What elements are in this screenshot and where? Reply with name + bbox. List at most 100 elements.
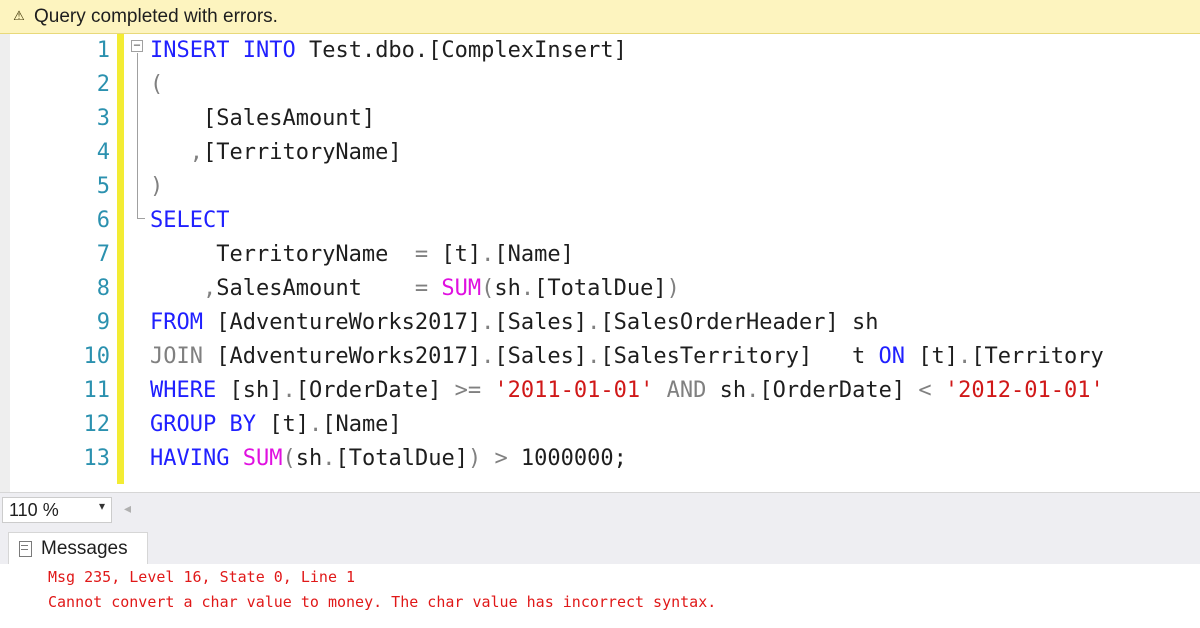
line-number-gutter: 1 2 3 4 5 6 7 8 9 10 11 12 13 <box>10 34 110 492</box>
sql-keyword: INSERT <box>150 38 230 63</box>
sql-identifier: [TotalDue] <box>534 276 667 301</box>
sql-keyword: ON <box>878 344 906 369</box>
sql-operator: . <box>481 242 495 267</box>
query-editor[interactable]: 1 2 3 4 5 6 7 8 9 10 11 12 13 − INSERT I… <box>0 34 1200 492</box>
sql-identifier <box>428 276 441 301</box>
sql-operator: , <box>150 276 217 301</box>
results-tab-strip: Messages <box>0 526 1200 564</box>
sql-operator: AND <box>666 378 707 403</box>
code-line[interactable]: ,[TerritoryName] <box>150 136 402 170</box>
sql-identifier: [sh] <box>216 378 283 403</box>
sql-identifier <box>481 446 494 471</box>
code-area[interactable]: INSERT INTO Test.dbo.[ComplexInsert] ( [… <box>150 34 1200 492</box>
scroll-left-arrow-icon[interactable]: ◂ <box>124 501 131 517</box>
sql-identifier: TerritoryName <box>150 242 415 267</box>
sql-operator: . <box>322 446 336 471</box>
sql-operator: . <box>520 276 535 301</box>
code-line[interactable]: INSERT INTO Test.dbo.[ComplexInsert] <box>150 34 627 68</box>
sql-keyword: HAVING <box>150 446 230 471</box>
sql-identifier <box>481 378 494 403</box>
sql-operator: , <box>150 140 203 165</box>
code-line[interactable]: ) <box>150 170 163 204</box>
sql-identifier: [OrderDate] <box>295 378 455 403</box>
sql-identifier: sh <box>706 378 747 403</box>
line-number: 6 <box>96 208 110 233</box>
tab-messages[interactable]: Messages <box>8 532 148 564</box>
status-text: Query completed with errors. <box>34 5 278 27</box>
sql-identifier: [t] <box>255 412 309 437</box>
warning-icon: ⚠ <box>13 9 25 24</box>
chevron-down-icon: ▾ <box>98 499 105 513</box>
editor-status-strip: 110 % ▾ ◂ <box>0 492 1200 526</box>
line-number: 3 <box>96 106 110 131</box>
code-line[interactable]: SELECT <box>150 204 229 238</box>
sql-identifier: [TerritoryName] <box>202 140 402 165</box>
messages-pane[interactable]: Msg 235, Level 16, State 0, Line 1 Canno… <box>0 564 1200 628</box>
error-message-line: Cannot convert a char value to money. Th… <box>48 593 717 611</box>
sql-operator: >= <box>454 378 482 403</box>
sql-operator: ( <box>282 446 296 471</box>
zoom-dropdown[interactable]: 110 % ▾ <box>2 497 112 523</box>
sql-operator: > <box>494 446 508 471</box>
zoom-value: 110 % <box>9 500 59 520</box>
sql-keyword: GROUP BY <box>150 412 256 437</box>
sql-operator: . <box>958 344 972 369</box>
sql-identifier <box>932 378 945 403</box>
sql-operator: ( <box>481 276 495 301</box>
sql-identifier: sh <box>494 276 521 301</box>
code-line[interactable]: [SalesAmount] <box>150 102 375 136</box>
change-tracking-margin <box>117 34 124 484</box>
line-number: 2 <box>96 72 110 97</box>
line-number: 5 <box>96 174 110 199</box>
sql-identifier: [SalesAmount] <box>150 106 376 131</box>
sql-identifier: [TotalDue] <box>335 446 468 471</box>
selection-margin <box>0 34 10 492</box>
sql-identifier: [SalesTerritory] t <box>600 344 879 369</box>
sql-operator: . <box>308 412 323 437</box>
sql-operator: < <box>918 378 932 403</box>
sql-keyword: SELECT <box>150 208 230 233</box>
sql-operator: . <box>481 310 495 335</box>
sql-operator: . <box>282 378 296 403</box>
line-number: 13 <box>83 446 111 471</box>
code-line[interactable]: ( <box>150 68 163 102</box>
sql-identifier: Test.dbo.[ComplexInsert] <box>295 38 627 63</box>
sql-operator: . <box>587 344 601 369</box>
sql-keyword: FROM <box>150 310 203 335</box>
sql-identifier: [t] <box>428 242 482 267</box>
sql-identifier: [Name] <box>494 242 574 267</box>
sql-identifier: [OrderDate] <box>759 378 919 403</box>
code-line[interactable]: TerritoryName = [t].[Name] <box>150 238 574 272</box>
sql-operator: . <box>746 378 760 403</box>
sql-identifier: [t] <box>905 344 958 369</box>
line-number: 12 <box>83 412 111 437</box>
sql-identifier: [AdventureWorks2017] <box>202 310 482 335</box>
sql-operator: JOIN <box>150 344 203 369</box>
sql-keyword: WHERE <box>150 378 217 403</box>
collapse-minus-icon[interactable]: − <box>131 39 143 52</box>
sql-identifier: [Territory <box>971 344 1104 369</box>
code-line[interactable]: GROUP BY [t].[Name] <box>150 408 402 442</box>
code-line[interactable]: ,SalesAmount = SUM(sh.[TotalDue]) <box>150 272 680 306</box>
line-number: 11 <box>83 378 111 403</box>
sql-operator: . <box>587 310 601 335</box>
sql-identifier: [SalesOrderHeader] sh <box>600 310 879 335</box>
code-line[interactable]: HAVING SUM(sh.[TotalDue]) > 1000000; <box>150 442 627 476</box>
sql-operator: ) <box>467 446 482 471</box>
sql-function: SUM <box>242 446 283 471</box>
sql-operator: . <box>481 344 495 369</box>
code-line[interactable]: JOIN [AdventureWorks2017].[Sales].[Sales… <box>150 340 1104 374</box>
code-line[interactable]: WHERE [sh].[OrderDate] >= '2011-01-01' A… <box>150 374 1104 408</box>
sql-identifier: 1000000; <box>507 446 627 471</box>
sql-identifier <box>229 38 242 63</box>
outline-guide <box>137 53 138 218</box>
line-number: 10 <box>83 344 111 369</box>
sql-identifier: SalesAmount <box>216 276 415 301</box>
messages-icon <box>17 540 35 557</box>
sql-operator: ) <box>150 174 164 199</box>
sql-string: '2011-01-01' <box>494 378 654 403</box>
line-number: 9 <box>96 310 110 335</box>
sql-keyword: INTO <box>242 38 296 63</box>
code-line[interactable]: FROM [AdventureWorks2017].[Sales].[Sales… <box>150 306 879 340</box>
sql-operator: ( <box>150 72 164 97</box>
